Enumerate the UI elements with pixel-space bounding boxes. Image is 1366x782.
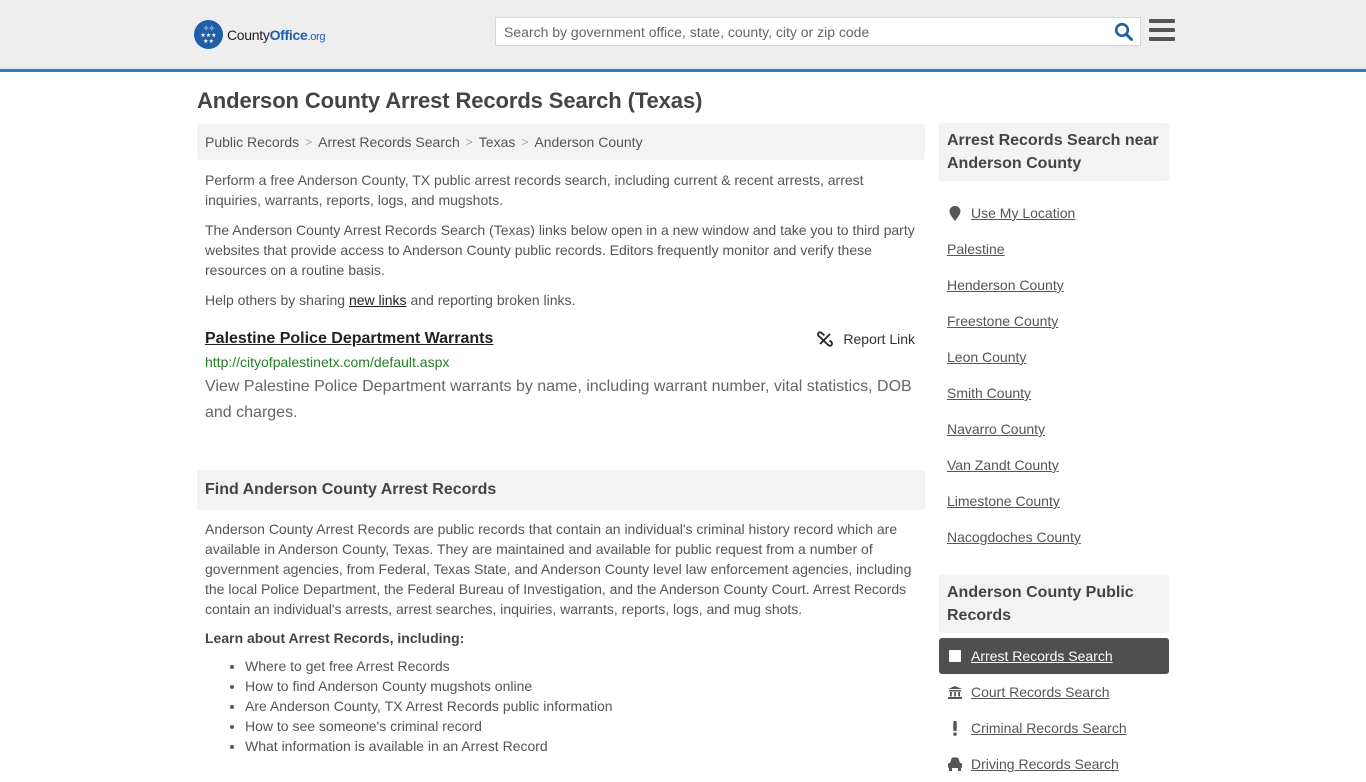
nearby-link-leon-county[interactable]: Leon County [947, 349, 1026, 365]
car-icon [947, 757, 963, 771]
nearby-link-henderson-county[interactable]: Henderson County [947, 277, 1064, 293]
find-section-heading: Find Anderson County Arrest Records [197, 470, 925, 510]
nearby-list: Use My Location Palestine Henderson Coun… [939, 195, 1169, 555]
nearby-item: Limestone County [939, 483, 1169, 519]
breadcrumb-separator: > [465, 135, 473, 149]
search-icon [1114, 22, 1133, 41]
public-records-item-arrest[interactable]: Arrest Records Search [939, 638, 1169, 674]
intro-paragraph: Perform a free Anderson County, TX publi… [205, 172, 864, 208]
result-title-link[interactable]: Palestine Police Department Warrants [205, 330, 493, 347]
hamburger-icon-bar [1149, 19, 1175, 23]
exclamation-icon [947, 720, 963, 736]
nearby-item: Henderson County [939, 267, 1169, 303]
nearby-item: Freestone County [939, 303, 1169, 339]
search-box [495, 17, 1141, 46]
nearby-item: Palestine [939, 231, 1169, 267]
site-header: ✧✧ ★★★ ★★ CountyOffice.org [0, 0, 1366, 72]
breadcrumb-arrest-records-search[interactable]: Arrest Records Search [318, 134, 460, 150]
courthouse-icon [947, 685, 963, 699]
main-content: Public Records > Arrest Records Search >… [197, 124, 925, 756]
learn-heading: Learn about Arrest Records, including: [205, 630, 465, 646]
result-url: http://cityofpalestinetx.com/default.asp… [205, 354, 450, 370]
new-links-link[interactable]: new links [349, 292, 407, 308]
nearby-link-navarro-county[interactable]: Navarro County [947, 421, 1045, 437]
report-link-button[interactable]: Report Link [817, 331, 915, 347]
public-records-item-criminal[interactable]: Criminal Records Search [939, 710, 1169, 746]
learn-list-item: What information is available in an Arre… [245, 736, 925, 756]
criminal-records-search-link[interactable]: Criminal Records Search [971, 720, 1127, 736]
nearby-item: Nacogdoches County [939, 519, 1169, 555]
nearby-link-nacogdoches-county[interactable]: Nacogdoches County [947, 529, 1081, 545]
nearby-link-palestine[interactable]: Palestine [947, 241, 1005, 257]
nearby-link-smith-county[interactable]: Smith County [947, 385, 1031, 401]
breadcrumb-separator: > [521, 135, 529, 149]
use-my-location-link[interactable]: Use My Location [971, 205, 1075, 221]
use-my-location-item: Use My Location [939, 195, 1169, 231]
search-button[interactable] [1114, 22, 1134, 42]
disclaimer-paragraph: The Anderson County Arrest Records Searc… [205, 222, 915, 278]
nearby-item: Smith County [939, 375, 1169, 411]
public-records-heading: Anderson County Public Records [939, 575, 1169, 633]
result-item: Palestine Police Department Warrants Rep… [197, 330, 925, 426]
nearby-link-freestone-county[interactable]: Freestone County [947, 313, 1058, 329]
hamburger-icon-bar [1149, 28, 1175, 32]
report-link-label: Report Link [843, 331, 915, 347]
public-records-item-driving[interactable]: Driving Records Search [939, 746, 1169, 782]
breadcrumb-separator: > [305, 135, 313, 149]
arrest-records-search-link[interactable]: Arrest Records Search [971, 648, 1113, 664]
driving-records-search-link[interactable]: Driving Records Search [971, 756, 1119, 772]
page-title: Anderson County Arrest Records Search (T… [197, 88, 703, 113]
sidebar: Arrest Records Search near Anderson Coun… [939, 123, 1169, 782]
learn-list-item: Are Anderson County, TX Arrest Records p… [245, 696, 925, 716]
breadcrumb-texas[interactable]: Texas [479, 134, 516, 150]
nearby-link-limestone-county[interactable]: Limestone County [947, 493, 1060, 509]
square-icon [947, 650, 963, 662]
learn-list-item: How to find Anderson County mugshots onl… [245, 676, 925, 696]
breadcrumb-anderson-county[interactable]: Anderson County [534, 134, 642, 150]
search-input[interactable] [496, 18, 1096, 45]
nearby-item: Navarro County [939, 411, 1169, 447]
learn-list: Where to get free Arrest Records How to … [197, 656, 925, 756]
location-pin-icon [947, 205, 963, 221]
learn-list-item: How to see someone's criminal record [245, 716, 925, 736]
nearby-item: Leon County [939, 339, 1169, 375]
nearby-item: Van Zandt County [939, 447, 1169, 483]
nearby-heading: Arrest Records Search near Anderson Coun… [939, 123, 1169, 181]
result-description: View Palestine Police Department warrant… [205, 378, 912, 421]
find-section-body: Anderson County Arrest Records are publi… [205, 521, 912, 617]
breadcrumb-public-records[interactable]: Public Records [205, 134, 299, 150]
hamburger-icon-bar [1149, 37, 1175, 41]
public-records-item-court[interactable]: Court Records Search [939, 674, 1169, 710]
court-records-search-link[interactable]: Court Records Search [971, 684, 1110, 700]
site-logo[interactable]: ✧✧ ★★★ ★★ CountyOffice.org [194, 20, 326, 49]
public-records-list: Arrest Records Search Court Records Sear… [939, 638, 1169, 782]
help-paragraph: Help others by sharing new links and rep… [205, 292, 576, 308]
nearby-link-van-zandt-county[interactable]: Van Zandt County [947, 457, 1059, 473]
broken-link-icon [817, 331, 834, 347]
breadcrumb: Public Records > Arrest Records Search >… [197, 124, 925, 160]
logo-eagle-icon: ✧✧ ★★★ ★★ [194, 20, 223, 49]
learn-list-item: Where to get free Arrest Records [245, 656, 925, 676]
menu-button[interactable] [1149, 19, 1175, 43]
logo-text: CountyOffice.org [227, 26, 326, 43]
